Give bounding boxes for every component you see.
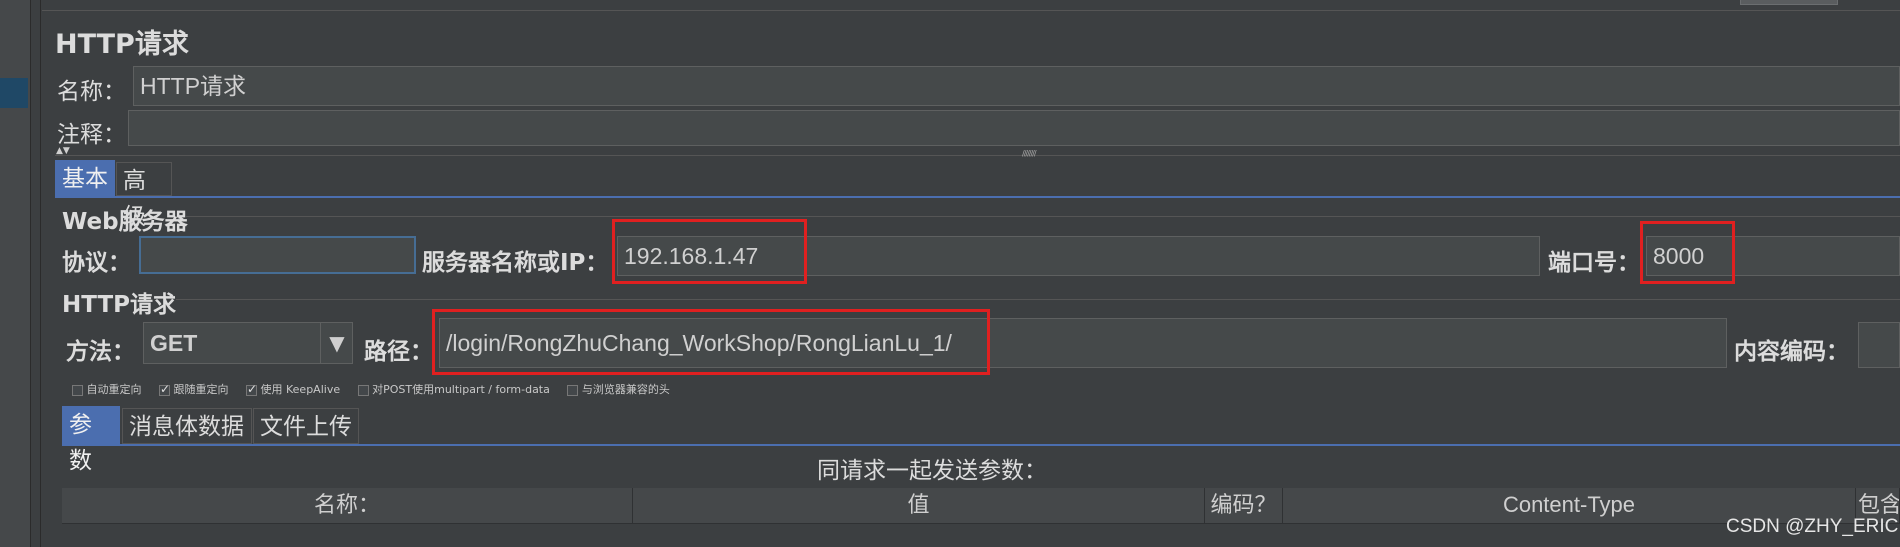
encoding-input[interactable] [1858,322,1900,368]
params-table-body[interactable] [62,524,1900,547]
tab-body-data[interactable]: 消息体数据 [122,408,252,444]
subtab-underline [62,444,1900,446]
path-label: 路径： [364,339,433,365]
splitter-grip-icon[interactable]: //////// [1022,149,1037,158]
checkbox-icon[interactable] [567,384,579,396]
protocol-input[interactable] [139,236,416,274]
column-header-encode[interactable]: 编码？ [1205,488,1283,524]
page-title: HTTP请求 [55,29,189,60]
collapse-arrows-icon[interactable]: ▲▼ [56,147,70,156]
name-input[interactable]: HTTP请求 [133,66,1900,106]
encoding-label: 内容编码： [1734,339,1849,365]
tab-underline [55,196,1900,198]
tab-file-upload[interactable]: 文件上传 [253,408,359,444]
method-value: GET [150,330,198,356]
checkbox-icon[interactable] [72,384,83,396]
comment-label: 注释： [57,122,126,148]
protocol-label: 协议： [62,250,131,276]
params-caption: 同请求一起发送参数： [817,458,1047,484]
multipart-checkbox[interactable]: 对POST使用multipart / form-data [357,383,550,396]
checkbox-row: 自动重定向 跟随重定向 使用 KeepAlive 对POST使用multipar… [72,381,670,397]
server-highlight-box [612,219,807,284]
split-divider[interactable] [40,0,41,547]
port-label: 端口号： [1548,250,1640,276]
name-label: 名称： [57,79,126,105]
tree-selected-node[interactable] [0,78,28,108]
method-label: 方法： [66,339,135,365]
section-border [186,216,1900,217]
path-highlight-box [432,309,990,375]
splitter-line [55,155,1900,156]
server-label: 服务器名称或IP： [422,250,609,276]
toolbar-button[interactable] [1740,0,1838,5]
section-border [176,299,1900,300]
follow-redirect-checkbox[interactable]: 跟随重定向 [159,382,229,396]
keepalive-checkbox[interactable]: 使用 KeepAlive [246,382,340,396]
checkbox-checked-icon[interactable] [159,382,170,396]
http-request-section-title: HTTP请求 [62,292,177,318]
dropdown-arrow-icon[interactable]: ▼ [320,323,353,363]
port-highlight-box [1640,221,1735,284]
auto-redirect-checkbox[interactable]: 自动重定向 [72,383,142,396]
column-header-name[interactable]: 名称： [62,488,633,524]
column-header-value[interactable]: 值 [633,488,1205,524]
comment-input[interactable] [128,110,1900,146]
tab-advanced[interactable]: 高级 [116,162,172,230]
watermark-text: CSDN @ZHY_ERIC [1726,516,1899,537]
browser-headers-checkbox[interactable]: 与浏览器兼容的头 [567,383,670,396]
web-server-section-title: Web服务器 [62,209,188,235]
tab-parameters[interactable]: 参数 [62,406,120,474]
tab-basic[interactable]: 基本 [55,160,115,196]
checkbox-checked-icon[interactable] [246,382,257,396]
checkbox-icon[interactable] [357,384,369,396]
top-toolbar [42,0,1900,11]
